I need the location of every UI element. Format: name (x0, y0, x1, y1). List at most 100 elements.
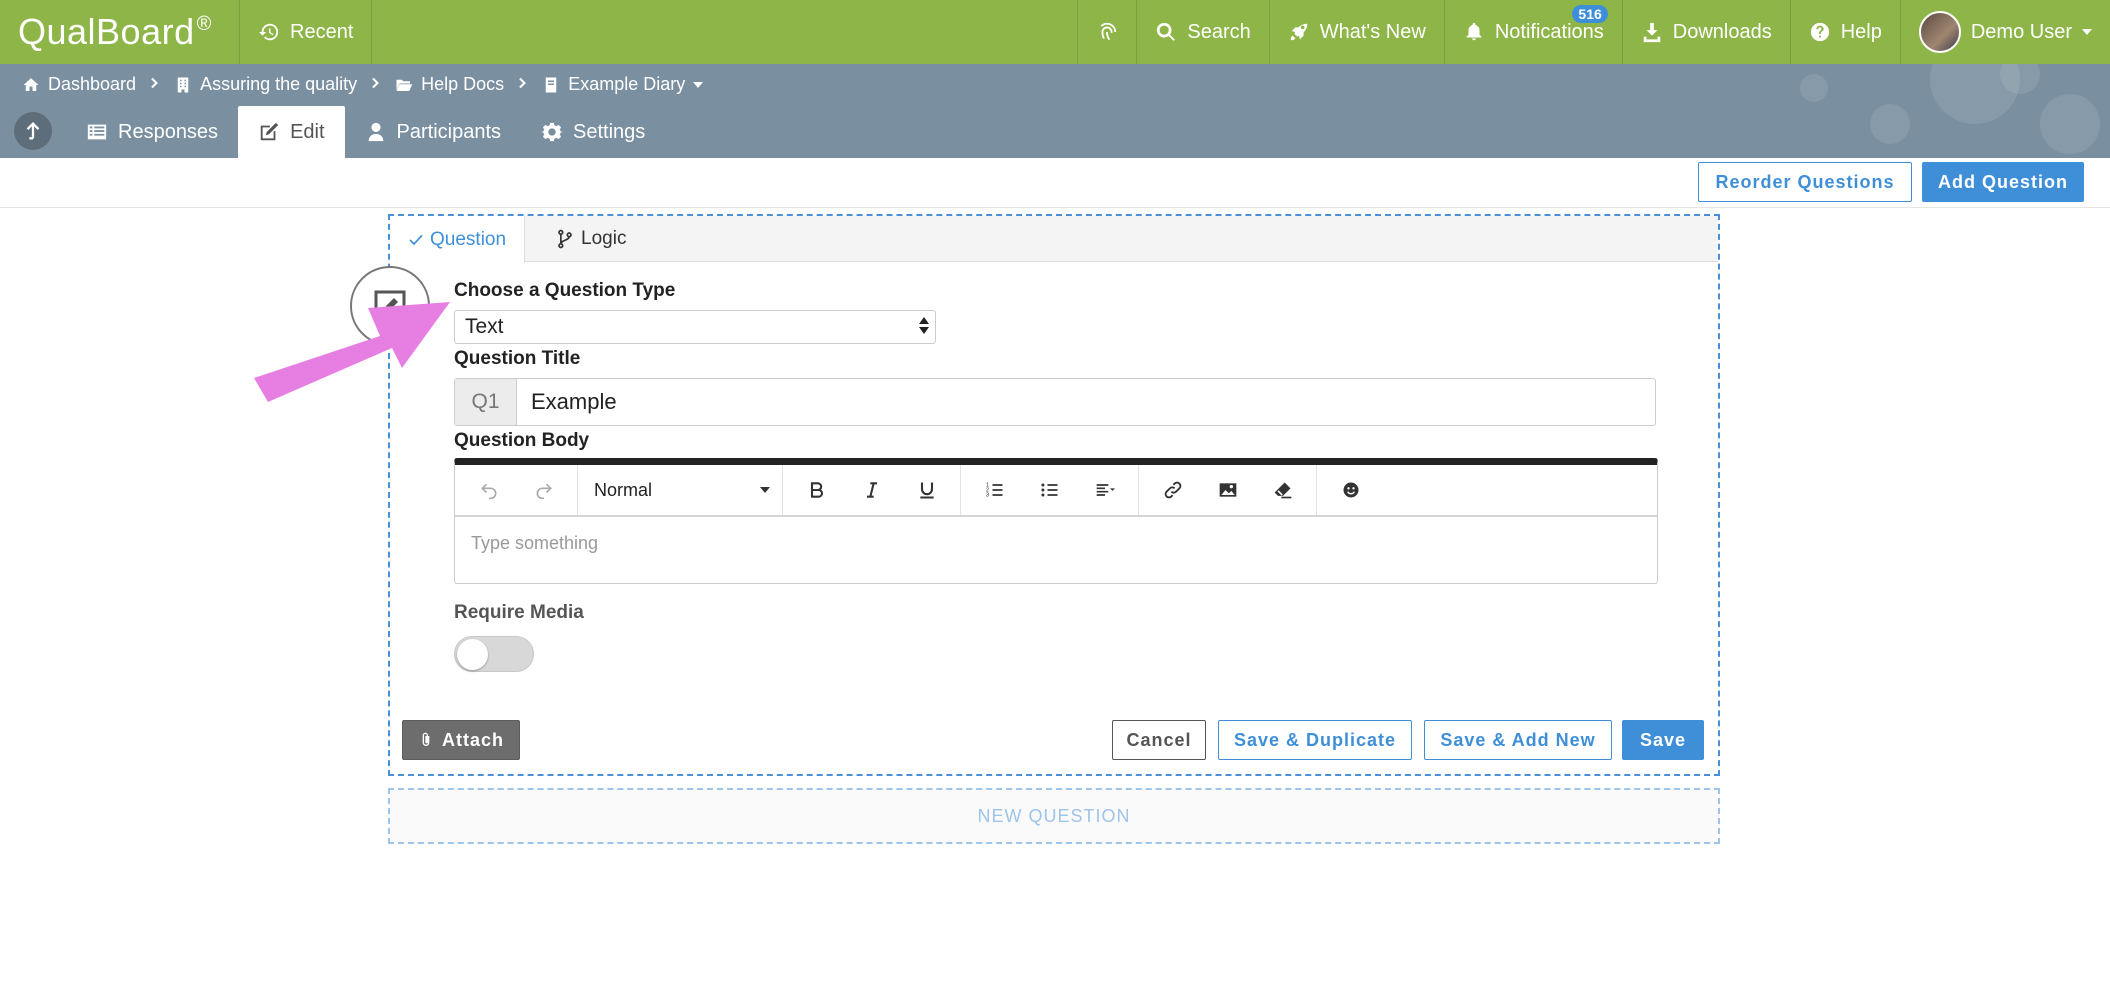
tab-participants[interactable]: Participants (345, 106, 522, 158)
question-body-editor: Normal 123 Type something (454, 458, 1658, 584)
chevron-right-icon (516, 74, 530, 95)
save-add-new-button[interactable]: Save & Add New (1424, 720, 1612, 760)
question-title-field[interactable]: Q1 Example (454, 378, 1656, 426)
image-icon (1219, 483, 1236, 497)
building-icon (177, 77, 189, 92)
select-arrows-icon (919, 317, 929, 334)
redo-icon (536, 483, 552, 500)
user-menu[interactable]: Demo User (1901, 0, 2110, 64)
clear-format-button[interactable] (1255, 465, 1310, 515)
check-icon (409, 234, 423, 245)
breadcrumb-dashboard[interactable]: Dashboard (22, 74, 136, 95)
chevron-right-icon (148, 74, 162, 95)
emoji-button[interactable] (1323, 465, 1378, 515)
document-icon (545, 77, 557, 92)
downloads-button[interactable]: Downloads (1623, 0, 1791, 64)
recent-button[interactable]: Recent (240, 0, 373, 64)
top-navbar: QualBoard ® Recent Search What's New Noti… (0, 0, 2110, 64)
smiley-icon (1343, 482, 1358, 498)
require-media-toggle[interactable] (454, 636, 534, 672)
chevron-down-icon (693, 81, 704, 88)
download-icon (1643, 22, 1661, 43)
chevron-right-icon (369, 74, 383, 95)
paperclip-icon (422, 732, 430, 746)
ordered-list-button[interactable]: 123 (967, 465, 1022, 515)
gear-icon (541, 122, 564, 142)
reorder-questions-button[interactable]: Reorder Questions (1698, 162, 1912, 202)
eraser-icon (1274, 482, 1291, 499)
chevron-down-icon (760, 487, 770, 493)
undo-icon (480, 483, 496, 500)
chevron-down-icon (2082, 29, 2092, 35)
search-button[interactable]: Search (1137, 0, 1270, 64)
text-format-dropdown[interactable]: Normal (578, 465, 782, 515)
italic-icon (866, 482, 877, 498)
question-toolbar: Reorder Questions Add Question (0, 158, 2110, 208)
notifications-button[interactable]: Notifications 516 (1445, 0, 1623, 64)
align-dropdown[interactable] (1077, 465, 1132, 515)
rich-text-toolbar: Normal 123 (455, 465, 1657, 517)
history-icon (258, 23, 279, 41)
question-title-label: Question Title (454, 348, 581, 369)
link-button[interactable] (1145, 465, 1200, 515)
user-icon (368, 122, 383, 142)
question-title-input[interactable]: Example (517, 379, 1655, 425)
bullet-list-icon (1040, 483, 1057, 497)
save-duplicate-button[interactable]: Save & Duplicate (1218, 720, 1412, 760)
cancel-button[interactable]: Cancel (1112, 720, 1206, 760)
tab-responses[interactable]: Responses (66, 106, 238, 158)
whats-new-button[interactable]: What's New (1270, 0, 1445, 64)
project-header: Dashboard Assuring the quality Help Docs… (0, 64, 2110, 158)
bell-icon (1466, 22, 1482, 41)
breadcrumb-activity[interactable]: Example Diary (542, 74, 704, 95)
question-body-input[interactable]: Type something (455, 517, 1657, 570)
edit-icon (260, 122, 279, 141)
question-body-label: Question Body (454, 430, 590, 451)
image-button[interactable] (1200, 465, 1255, 515)
tab-settings[interactable]: Settings (521, 106, 665, 158)
bold-button[interactable] (789, 465, 844, 515)
rocket-icon (1290, 23, 1308, 41)
breadcrumb-folder[interactable]: Help Docs (395, 74, 504, 95)
list-icon (87, 124, 107, 140)
question-type-select[interactable]: Text (454, 310, 936, 344)
help-circle-icon (1810, 22, 1829, 42)
question-type-label: Choose a Question Type (454, 280, 676, 301)
notification-count-badge: 516 (1572, 5, 1608, 23)
activity-tabs: Responses Edit Participants Settings (0, 106, 665, 158)
tab-logic[interactable]: Logic (525, 216, 644, 261)
link-icon (1164, 481, 1181, 499)
folder-open-icon (396, 79, 413, 91)
svg-text:3: 3 (985, 493, 988, 499)
tab-question[interactable]: Question (390, 216, 526, 263)
logo[interactable]: QualBoard ® (0, 0, 240, 64)
fingerprint-icon (1100, 22, 1117, 41)
add-question-button[interactable]: Add Question (1922, 162, 2084, 202)
undo-button[interactable] (461, 465, 516, 515)
question-editor-tabs: Question Logic (390, 216, 1718, 263)
question-editor: Question Logic Choose a Question Type Te… (350, 214, 1720, 776)
redo-button[interactable] (516, 465, 571, 515)
new-question-dropzone[interactable]: NEW QUESTION (388, 788, 1720, 844)
search-icon (1157, 22, 1176, 41)
help-button[interactable]: Help (1791, 0, 1901, 64)
arrow-up-icon (26, 122, 40, 140)
branch-icon (558, 229, 572, 248)
bullet-list-button[interactable] (1022, 465, 1077, 515)
tab-edit[interactable]: Edit (238, 106, 345, 158)
avatar (1918, 11, 1961, 53)
save-button[interactable]: Save (1622, 720, 1704, 760)
home-icon (23, 77, 39, 91)
align-left-icon (1096, 484, 1115, 496)
attach-button[interactable]: Attach (402, 720, 520, 760)
fingerprint-button[interactable] (1078, 0, 1138, 64)
ordered-list-icon: 123 (985, 483, 1002, 499)
bold-icon (810, 482, 823, 498)
underline-icon (919, 482, 934, 499)
back-up-button[interactable] (14, 112, 52, 150)
italic-button[interactable] (844, 465, 899, 515)
breadcrumb-project[interactable]: Assuring the quality (174, 74, 357, 95)
annotation-arrow (254, 302, 450, 402)
underline-button[interactable] (899, 465, 954, 515)
require-media-label: Require Media (454, 602, 584, 623)
